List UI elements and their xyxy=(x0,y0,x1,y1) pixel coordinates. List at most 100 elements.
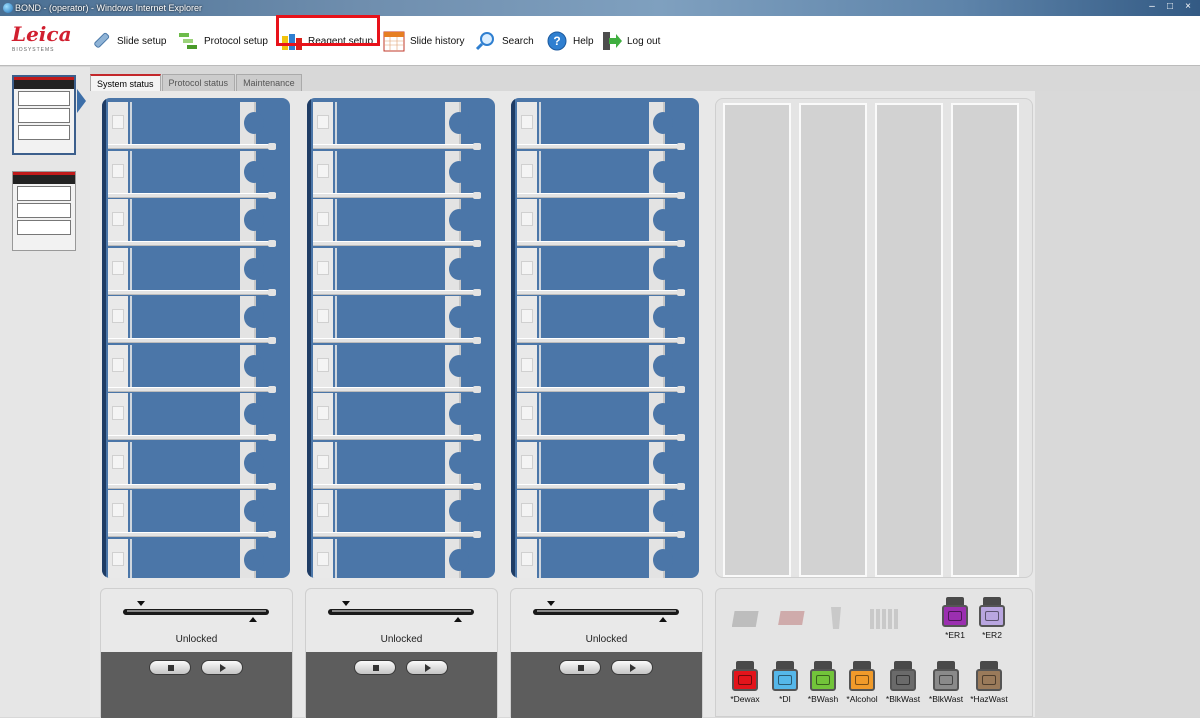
slide-position[interactable] xyxy=(313,393,481,441)
slide-position[interactable] xyxy=(313,199,481,247)
slide-glass xyxy=(539,441,651,484)
calendar-icon xyxy=(383,30,405,52)
toolbar-log-out[interactable]: Log out xyxy=(600,28,660,54)
bulk-container-bwash[interactable]: *BWash xyxy=(808,661,838,704)
slide-label-box xyxy=(317,551,329,566)
start-button[interactable] xyxy=(201,660,243,675)
bulk-container-hazwast[interactable]: *HazWast xyxy=(970,661,1008,704)
slide-glass xyxy=(539,150,651,193)
slide-separator xyxy=(517,144,685,149)
toolbar-help[interactable]: ? Help xyxy=(546,28,594,54)
slide-position[interactable] xyxy=(517,199,685,247)
slide-label-area xyxy=(517,538,537,578)
slide-position[interactable] xyxy=(108,344,276,393)
clip-notch xyxy=(244,354,264,377)
slide-position[interactable] xyxy=(108,296,276,344)
slide-position[interactable] xyxy=(313,490,481,538)
stop-button[interactable] xyxy=(149,660,191,675)
tab-protocol-status[interactable]: Protocol status xyxy=(161,74,236,91)
slide-position[interactable] xyxy=(517,344,685,393)
slide-position[interactable] xyxy=(313,150,481,199)
slide-position[interactable] xyxy=(313,538,473,578)
bulk-container-blkwast-1[interactable]: *BlkWast xyxy=(886,661,920,704)
slide-position[interactable] xyxy=(108,490,276,538)
slide-position[interactable] xyxy=(517,247,685,296)
tab-system-status[interactable]: System status xyxy=(90,74,161,91)
clip-notch xyxy=(244,112,264,134)
slide-position[interactable] xyxy=(517,441,685,490)
slide-glass xyxy=(130,296,242,338)
start-button[interactable] xyxy=(611,660,653,675)
slide-position[interactable] xyxy=(517,393,685,441)
slide-glass xyxy=(130,199,242,241)
bulk-container-er1[interactable]: *ER1 xyxy=(942,597,968,640)
slide-position[interactable] xyxy=(313,247,481,296)
bulk-column xyxy=(723,103,791,577)
lock-marker-icon xyxy=(342,601,350,606)
slide-separator-end xyxy=(677,482,685,490)
clip-notch xyxy=(449,306,469,328)
tab-maintenance[interactable]: Maintenance xyxy=(236,74,302,91)
start-button[interactable] xyxy=(406,660,448,675)
slide-label-area xyxy=(313,296,333,338)
bulk-container-blkwast-2[interactable]: *BlkWast xyxy=(929,661,963,704)
lock-slider[interactable] xyxy=(534,609,679,615)
minimize-button[interactable]: – xyxy=(1144,0,1160,14)
clip-notch xyxy=(244,403,264,425)
slide-position[interactable] xyxy=(517,296,685,344)
slide-tray-1[interactable] xyxy=(102,98,290,578)
bottle-icon xyxy=(810,669,836,691)
slide-separator xyxy=(108,289,276,295)
slide-position[interactable] xyxy=(108,150,276,199)
bulk-container-dewax[interactable]: *Dewax xyxy=(730,661,760,704)
toolbar-slide-setup[interactable]: Slide setup xyxy=(90,28,166,54)
slide-glass xyxy=(335,393,447,435)
slide-position[interactable] xyxy=(108,441,276,490)
module-card-1[interactable] xyxy=(12,75,76,155)
slide-position[interactable] xyxy=(313,102,481,150)
slide-position[interactable] xyxy=(313,296,481,344)
slide-label-area xyxy=(313,393,333,435)
slide-position[interactable] xyxy=(108,199,276,247)
stop-button[interactable] xyxy=(559,660,601,675)
lock-slider[interactable] xyxy=(124,609,269,615)
slide-separator-end xyxy=(677,191,685,199)
slide-position[interactable] xyxy=(108,102,276,150)
slide-label-box xyxy=(521,551,533,566)
slide-position[interactable] xyxy=(517,490,685,538)
close-button[interactable]: × xyxy=(1180,0,1196,14)
slide-position[interactable] xyxy=(108,247,276,296)
bulk-container-di[interactable]: *DI xyxy=(772,661,798,704)
slide-label-area xyxy=(313,441,333,484)
bulk-column xyxy=(951,103,1019,577)
slide-position[interactable] xyxy=(313,441,481,490)
bulk-container-alcohol[interactable]: *Alcohol xyxy=(846,661,878,704)
module-card-2[interactable] xyxy=(12,171,76,251)
toolbar-slide-history[interactable]: Slide history xyxy=(383,28,464,54)
slide-tray-2[interactable] xyxy=(307,98,495,578)
slide-separator xyxy=(108,241,276,246)
bulk-container-er2[interactable]: *ER2 xyxy=(979,597,1005,640)
toolbar-label: Slide setup xyxy=(117,35,167,47)
slide-position[interactable] xyxy=(108,538,268,578)
bottle-window xyxy=(985,611,999,621)
slide-glass xyxy=(130,344,242,387)
toolbar-search[interactable]: Search xyxy=(475,28,534,54)
slide-separator-end xyxy=(677,434,685,441)
slide-tray-3[interactable] xyxy=(511,98,699,578)
tray-edge xyxy=(307,98,311,578)
slide-position[interactable] xyxy=(313,344,481,393)
lock-slider[interactable] xyxy=(329,609,474,615)
toolbar-label: Log out xyxy=(627,35,661,47)
maximize-button[interactable]: □ xyxy=(1162,0,1178,14)
stop-button[interactable] xyxy=(354,660,396,675)
slide-glass xyxy=(335,441,447,484)
slide-position[interactable] xyxy=(517,538,677,578)
toolbar-protocol-setup[interactable]: Protocol setup xyxy=(177,28,268,54)
lock-marker-icon xyxy=(659,617,667,622)
slide-position[interactable] xyxy=(517,102,685,150)
slide-position[interactable] xyxy=(108,393,276,441)
slide-glass xyxy=(539,102,651,144)
slide-position[interactable] xyxy=(517,150,685,199)
clip-notch xyxy=(449,403,469,425)
